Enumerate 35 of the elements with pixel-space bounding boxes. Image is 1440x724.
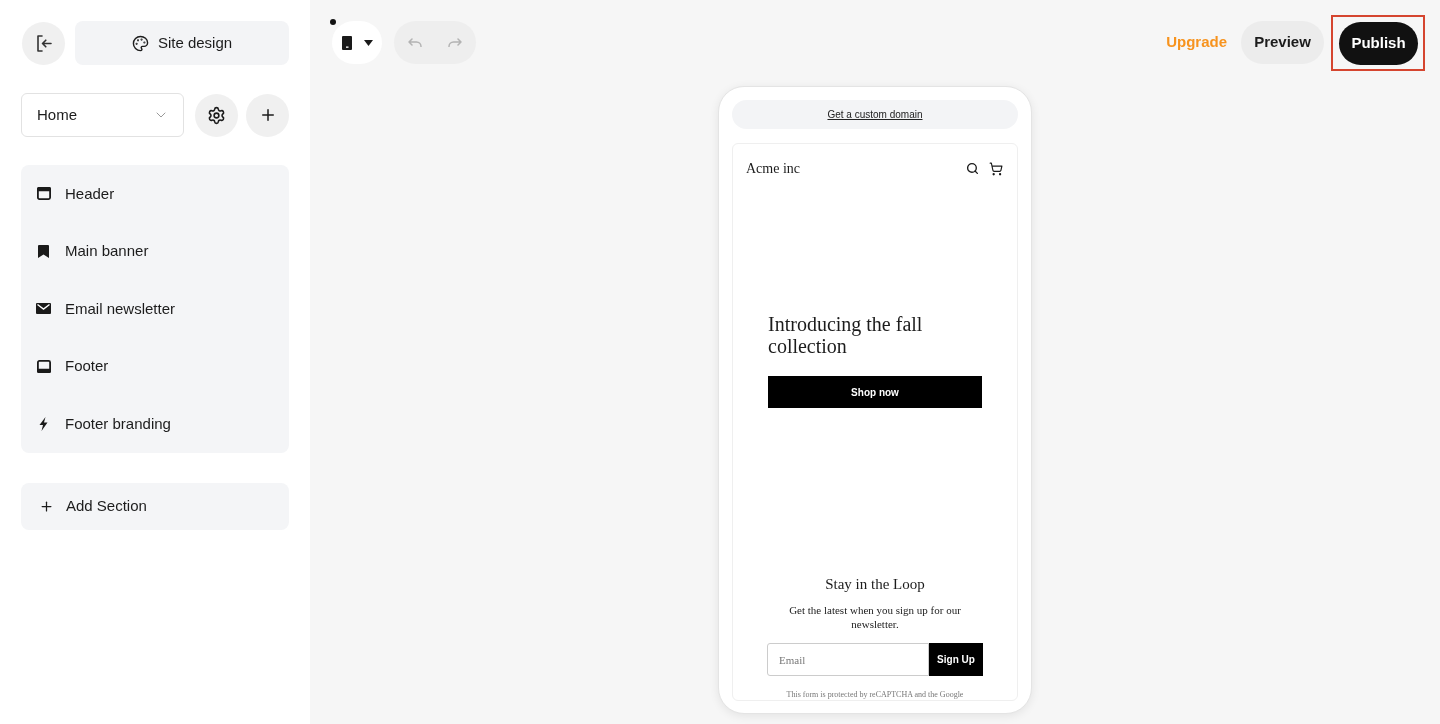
settings-icon bbox=[207, 105, 227, 125]
section-item[interactable]: Header bbox=[21, 165, 289, 223]
plus-icon bbox=[39, 498, 54, 514]
section-item[interactable]: Footer branding bbox=[21, 395, 289, 453]
section-item[interactable]: Email newsletter bbox=[21, 280, 289, 338]
newsletter-text: Get the latest when you sign up for our newsletter. bbox=[788, 603, 962, 631]
newsletter-title: Stay in the Loop bbox=[825, 575, 925, 593]
device-switcher[interactable] bbox=[332, 21, 382, 64]
panel-top-icon bbox=[36, 187, 51, 201]
email-field[interactable]: Email bbox=[767, 643, 929, 676]
bookmark-icon bbox=[38, 244, 49, 258]
site-design-button[interactable]: Site design bbox=[75, 21, 289, 65]
section-item[interactable]: Main banner bbox=[21, 222, 289, 281]
cart-icon[interactable] bbox=[989, 161, 1003, 176]
add-page-button[interactable] bbox=[246, 93, 289, 137]
shop-now-button[interactable]: Shop now bbox=[768, 376, 982, 408]
hero-title: Introducing the fall collection bbox=[768, 313, 924, 357]
phone-icon bbox=[341, 35, 352, 50]
search-icon[interactable] bbox=[966, 162, 979, 175]
site-brand-name[interactable]: Acme inc bbox=[746, 158, 801, 179]
exit-icon bbox=[35, 34, 52, 52]
publish-button[interactable]: Publish bbox=[1339, 21, 1418, 65]
sign-up-button[interactable]: Sign Up bbox=[929, 643, 983, 676]
caret-down-icon bbox=[363, 39, 373, 46]
recaptcha-notice: This form is protected by reCAPTCHA and the Google bbox=[786, 690, 964, 700]
palette-icon bbox=[131, 34, 149, 52]
panel-bottom-icon bbox=[36, 360, 51, 374]
preview-button[interactable]: Preview bbox=[1241, 21, 1324, 64]
add-section-button[interactable]: Add Section bbox=[21, 482, 289, 530]
exit-button[interactable] bbox=[22, 21, 65, 65]
lightning-icon bbox=[39, 417, 48, 432]
custom-domain-link[interactable]: Get a custom domain bbox=[827, 107, 923, 122]
page-select[interactable]: Home bbox=[21, 93, 185, 137]
section-item[interactable]: Footer bbox=[21, 337, 289, 396]
envelope-icon bbox=[36, 303, 51, 315]
